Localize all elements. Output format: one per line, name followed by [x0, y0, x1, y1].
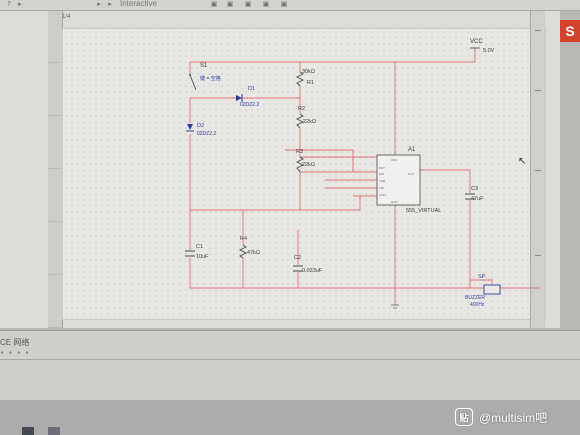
taskbar-app-icon[interactable]	[48, 427, 60, 435]
buzzer-freq: 400Hz	[470, 302, 485, 308]
c1-value: 10uF	[196, 254, 209, 260]
a1-pin: OUT	[408, 172, 415, 176]
c3-value: 47uF	[471, 196, 484, 202]
r2-value: 22kΩ	[303, 119, 316, 125]
d2-model: 02DZ2.2	[197, 131, 216, 137]
capacitor-c3[interactable]: C3 47uF	[465, 186, 484, 202]
wires	[189, 48, 540, 305]
spreadsheet-view: CE 网络 • • • •	[0, 330, 580, 401]
taskbar-app-icon[interactable]	[22, 427, 34, 435]
a1-ref: A1	[408, 147, 416, 153]
capacitor-c1[interactable]: C1 10uF	[185, 244, 209, 260]
a1-pin: VCC	[391, 158, 398, 162]
a1-pin: TRI	[379, 186, 384, 190]
c2-ref: C2	[294, 255, 301, 261]
c3-ref: C3	[471, 186, 478, 192]
vcc-label: VCC	[470, 39, 483, 45]
a1-model: 555_VIRTUAL	[406, 208, 441, 214]
d2-ref: D2	[197, 123, 204, 129]
circuit-schematic: VCC 5.0V S1 键 = 空格 D1 02DZ2.2 D2 02DZ2.2…	[185, 39, 540, 309]
r1-value: 30kΩ	[302, 69, 315, 75]
watermark-text: @multisim吧	[479, 410, 548, 425]
diode-d2[interactable]: D2 02DZ2.2	[186, 123, 216, 137]
spreadsheet-tab[interactable]: CE 网络	[0, 337, 29, 348]
vcc-value: 5.0V	[483, 48, 495, 54]
c2-value: 0.033uF	[302, 268, 323, 274]
switch-ref: S1	[200, 63, 208, 69]
d1-model: 02DZ2.2	[240, 102, 259, 108]
a1-pin: RST	[379, 166, 385, 170]
a1-pin: CON	[379, 193, 386, 197]
r2-ref: R2	[298, 106, 305, 112]
divider	[0, 359, 580, 360]
a1-pin: GND	[391, 200, 399, 204]
resistor-r4[interactable]: R4 47kΩ	[238, 236, 260, 259]
diode-d1[interactable]: D1 02DZ2.2	[236, 86, 259, 108]
capacitor-c2[interactable]: C2 0.033uF	[293, 255, 323, 274]
vcc-symbol: VCC 5.0V	[470, 39, 495, 54]
watermark: 贴 @multisim吧	[455, 408, 547, 426]
spreadsheet-placeholder: • • • •	[0, 349, 31, 357]
a1-pin: THR	[379, 179, 386, 183]
r3-value: 22kΩ	[302, 162, 315, 168]
buzzer-ref: SP	[478, 274, 486, 280]
switch-key: 键 = 空格	[200, 75, 221, 82]
r4-value: 47kΩ	[247, 250, 260, 256]
tieba-logo-icon: 贴	[455, 408, 473, 426]
switch-s1[interactable]: S1 键 = 空格	[189, 63, 221, 91]
ic-555-a1[interactable]: A1 555_VIRTUAL VCC RST DIS THR TRI CON G…	[376, 147, 441, 214]
d1-ref: D1	[248, 86, 255, 92]
r1-ref: R1	[307, 80, 314, 86]
resistor-r2[interactable]: R2 22kΩ	[295, 106, 316, 129]
resistor-r3[interactable]: R3 22kΩ	[295, 149, 315, 173]
ground-icon	[391, 304, 399, 309]
r3-ref: R3	[296, 149, 303, 155]
c1-ref: C1	[196, 244, 203, 250]
r4-ref: R4	[240, 236, 247, 242]
a1-pin: DIS	[379, 172, 384, 176]
buzzer-model: BUZZER	[465, 295, 485, 301]
